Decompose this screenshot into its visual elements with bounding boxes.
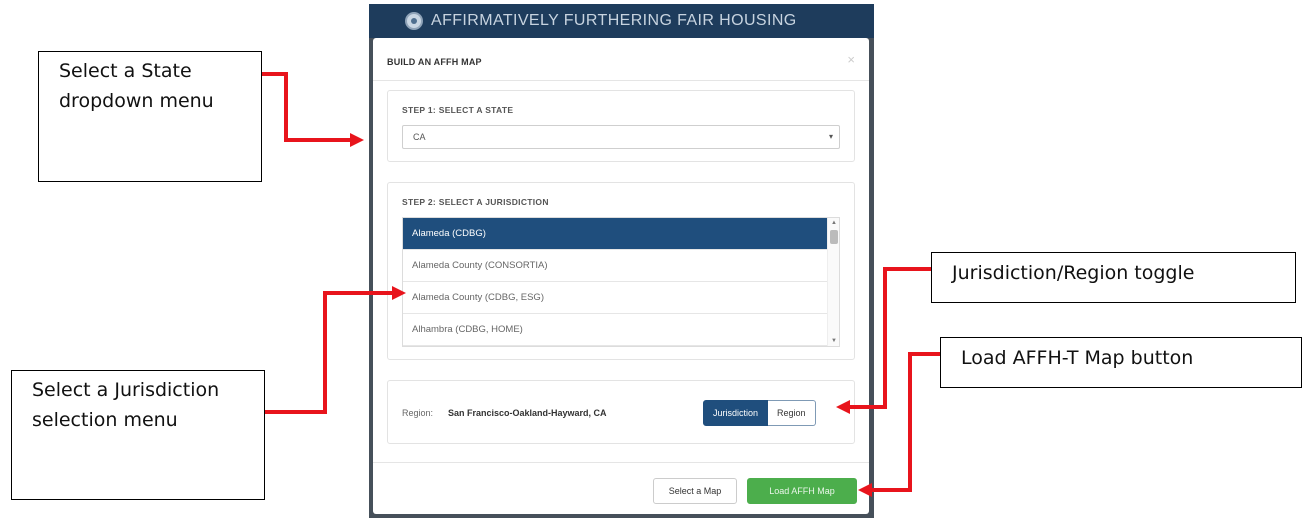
arrowhead-state-dropdown: [350, 133, 364, 147]
state-select[interactable]: CA ▾: [402, 125, 840, 149]
region-panel: Region: San Francisco-Oakland-Hayward, C…: [387, 380, 855, 444]
step2-label: STEP 2: SELECT A JURISDICTION: [402, 197, 549, 207]
callout-toggle: Jurisdiction/Region toggle: [931, 252, 1296, 303]
list-item[interactable]: Alameda County (CDBG, ESG): [403, 282, 829, 314]
scroll-down-icon[interactable]: ▼: [831, 338, 837, 344]
scroll-thumb[interactable]: [830, 230, 838, 244]
region-label: Region:: [402, 408, 434, 418]
list-item[interactable]: Alameda (CDBG): [403, 218, 829, 250]
build-map-modal: BUILD AN AFFH MAP × STEP 1: SELECT A STA…: [373, 38, 869, 514]
listbox-scrollbar[interactable]: ▲ ▼: [827, 218, 839, 346]
state-select-value: CA: [413, 132, 426, 142]
callout-jurisdiction-menu: Select a Jurisdiction selection menu: [11, 370, 265, 500]
step1-label: STEP 1: SELECT A STATE: [402, 105, 514, 115]
toggle-region-button[interactable]: Region: [768, 400, 816, 426]
affh-app-screenshot: AFFIRMATIVELY FURTHERING FAIR HOUSING BU…: [369, 4, 874, 518]
modal-title: BUILD AN AFFH MAP: [387, 57, 482, 67]
load-affh-map-button[interactable]: Load AFFH Map: [747, 478, 857, 504]
step2-panel: STEP 2: SELECT A JURISDICTION Alameda (C…: [387, 182, 855, 360]
callout-load-button: Load AFFH-T Map button: [940, 337, 1302, 388]
hud-seal-icon: [405, 12, 423, 30]
close-icon[interactable]: ×: [847, 52, 855, 67]
scroll-up-icon[interactable]: ▲: [831, 220, 837, 226]
jurisdiction-listbox[interactable]: Alameda (CDBG) Alameda County (CONSORTIA…: [402, 217, 840, 347]
arrow-state-dropdown: [262, 72, 352, 142]
step1-panel: STEP 1: SELECT A STATE CA ▾: [387, 90, 855, 162]
select-map-button[interactable]: Select a Map: [653, 478, 737, 504]
list-item[interactable]: Alameda County (CONSORTIA): [403, 250, 829, 282]
list-item[interactable]: Alhambra (CDBG, HOME): [403, 314, 829, 346]
modal-header-divider: [373, 80, 869, 81]
toggle-jurisdiction-button[interactable]: Jurisdiction: [703, 400, 769, 426]
jurisdiction-region-toggle[interactable]: Jurisdiction Region: [703, 400, 816, 426]
callout-state-dropdown: Select a State dropdown menu: [38, 51, 262, 182]
app-title: AFFIRMATIVELY FURTHERING FAIR HOUSING: [431, 12, 797, 29]
region-value: San Francisco-Oakland-Hayward, CA: [448, 408, 607, 418]
modal-footer-divider: [373, 462, 869, 463]
chevron-down-icon: ▾: [828, 132, 833, 141]
arrow-load-button: [870, 352, 940, 492]
app-header: AFFIRMATIVELY FURTHERING FAIR HOUSING: [369, 4, 874, 38]
